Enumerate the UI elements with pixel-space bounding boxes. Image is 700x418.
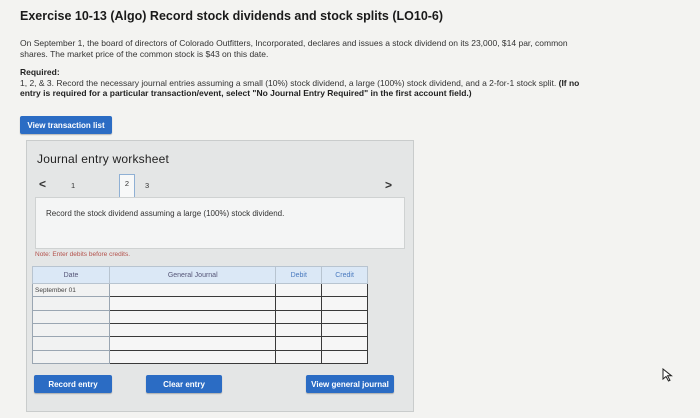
date-cell[interactable]: September 01 <box>31 282 111 298</box>
page-title: Exercise 10-13 (Algo) Record stock divid… <box>20 9 444 23</box>
date-cell[interactable] <box>31 322 111 338</box>
account-field[interactable] <box>109 309 277 324</box>
page-tab-3[interactable]: 3 <box>145 181 149 190</box>
debit-field[interactable] <box>275 336 323 351</box>
table-row <box>31 309 368 324</box>
column-header-date: Date <box>31 266 111 284</box>
required-instructions: 1, 2, & 3. Record the necessary journal … <box>20 78 557 88</box>
table-row <box>31 296 368 311</box>
date-cell[interactable] <box>31 349 111 365</box>
prev-page-arrow-icon[interactable]: < <box>39 177 46 191</box>
credit-field[interactable] <box>321 322 368 338</box>
required-text: 1, 2, & 3. Record the necessary journal … <box>20 78 580 98</box>
table-row <box>31 322 368 338</box>
problem-paragraph: On September 1, the board of directors o… <box>20 38 568 59</box>
account-field[interactable] <box>109 336 277 351</box>
debit-field[interactable] <box>275 322 323 338</box>
view-transaction-list-button[interactable]: View transaction list <box>20 116 112 134</box>
debit-field[interactable] <box>275 296 323 311</box>
entry-note: Note: Enter debits before credits. <box>35 251 131 258</box>
date-cell[interactable] <box>31 296 111 311</box>
date-cell[interactable] <box>31 309 111 324</box>
table-row <box>31 349 368 365</box>
instruction-box: Record the stock dividend assuming a lar… <box>35 197 405 249</box>
clear-entry-button[interactable]: Clear entry <box>146 375 222 393</box>
account-field[interactable] <box>109 282 277 298</box>
column-header-general-journal: General Journal <box>109 266 277 284</box>
account-field[interactable] <box>109 322 277 338</box>
credit-field[interactable] <box>321 296 368 311</box>
column-header-debit: Debit <box>275 266 323 284</box>
column-header-credit: Credit <box>321 266 368 284</box>
table-row: September 01 <box>31 282 368 298</box>
mouse-pointer-icon <box>662 368 673 382</box>
account-field[interactable] <box>109 349 277 365</box>
required-heading: Required: <box>20 67 60 77</box>
debit-field[interactable] <box>275 282 323 298</box>
page-tab-1[interactable]: 1 <box>71 181 75 190</box>
date-cell[interactable] <box>31 336 111 351</box>
debit-field[interactable] <box>275 349 323 365</box>
table-row <box>31 336 368 351</box>
instruction-text: Record the stock dividend assuming a lar… <box>46 209 285 218</box>
worksheet-title: Journal entry worksheet <box>37 152 169 166</box>
credit-field[interactable] <box>321 282 368 298</box>
record-entry-button[interactable]: Record entry <box>34 375 112 393</box>
view-general-journal-button[interactable]: View general journal <box>306 375 394 393</box>
page-tab-2[interactable]: 2 <box>119 174 135 199</box>
next-page-arrow-icon[interactable]: > <box>385 178 392 192</box>
credit-field[interactable] <box>321 336 368 351</box>
credit-field[interactable] <box>321 349 368 365</box>
journal-table: Date General Journal Debit Credit Septem… <box>31 266 368 365</box>
credit-field[interactable] <box>321 309 368 324</box>
debit-field[interactable] <box>275 309 323 324</box>
account-field[interactable] <box>109 296 277 311</box>
